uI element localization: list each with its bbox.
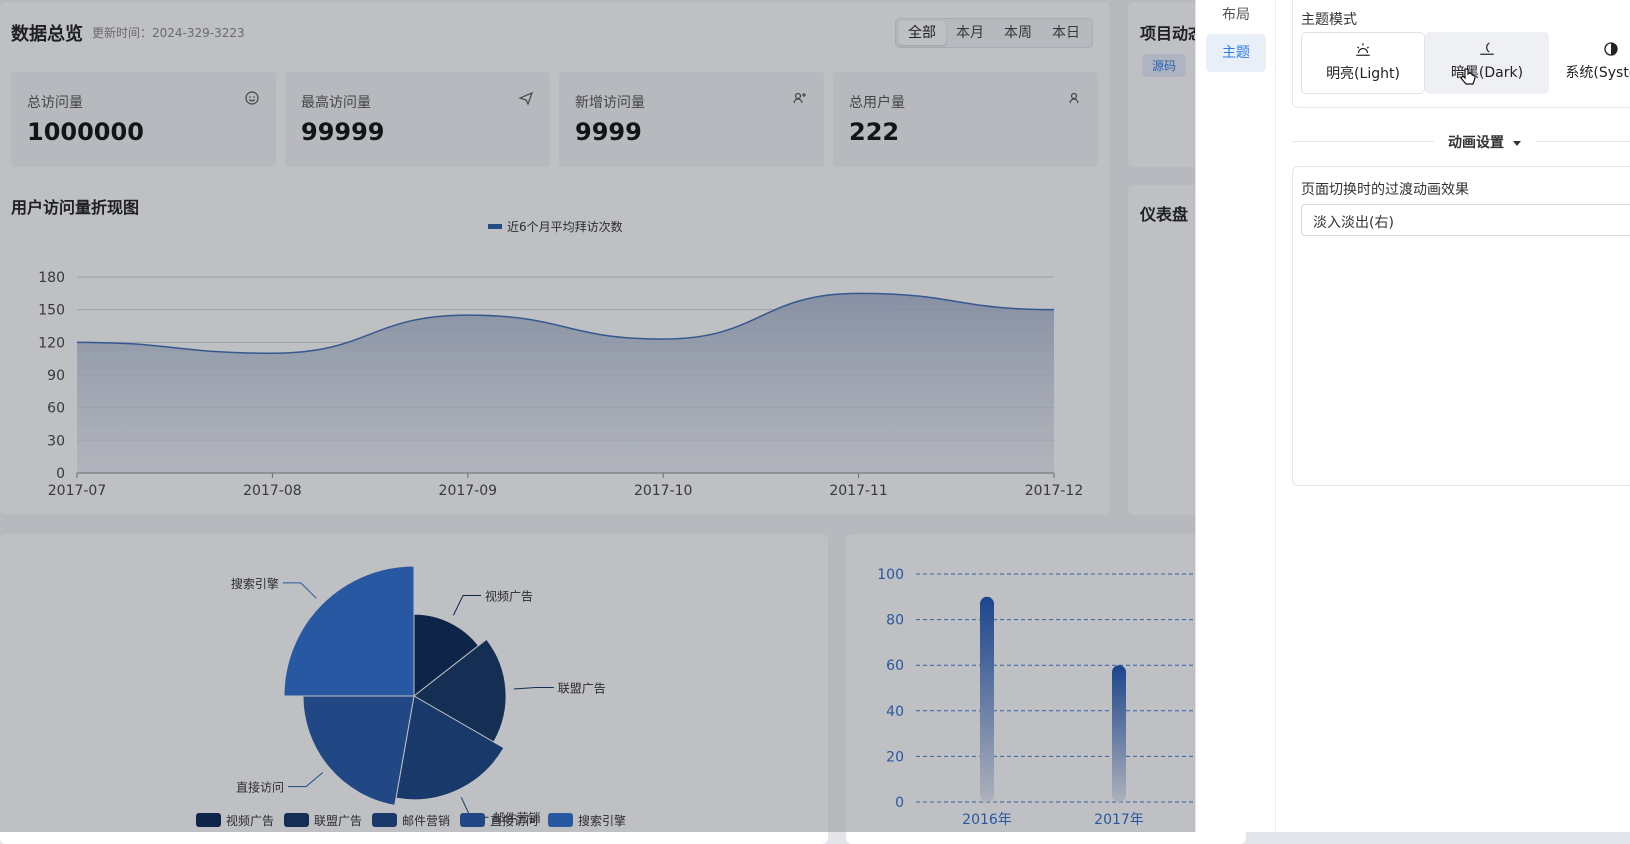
- theme-dark-button[interactable]: 暗黑(Dark): [1425, 32, 1549, 94]
- hand-cursor-icon: [1460, 68, 1476, 85]
- theme-mode-box: 主题模式 明亮(Light) 暗黑(Dark) 系统(System): [1292, 0, 1630, 108]
- theme-light-button[interactable]: 明亮(Light): [1301, 32, 1425, 94]
- nav-item-layout[interactable]: 布局: [1206, 0, 1266, 34]
- moon-icon: [1480, 42, 1494, 55]
- settings-drawer: 布局 主题 主题模式 明亮(Light) 暗黑(Dark) 系统(System)…: [1195, 0, 1630, 832]
- theme-system-label: 系统(System): [1565, 65, 1630, 81]
- animation-select-value: 淡入淡出(右): [1313, 215, 1394, 231]
- animation-box: 页面切换时的过渡动画效果 淡入淡出(右): [1292, 166, 1630, 486]
- animation-section-label: 动画设置: [1448, 135, 1504, 151]
- caret-down-icon: [1512, 140, 1521, 146]
- animation-select[interactable]: 淡入淡出(右): [1301, 204, 1630, 236]
- theme-system-button[interactable]: 系统(System): [1549, 32, 1630, 94]
- theme-light-label: 明亮(Light): [1326, 66, 1400, 82]
- animation-field-label: 页面切换时的过渡动画效果: [1301, 182, 1469, 198]
- contrast-icon: [1604, 42, 1618, 56]
- settings-nav: 布局 主题: [1196, 0, 1276, 832]
- animation-section-header[interactable]: 动画设置: [1434, 132, 1535, 152]
- nav-item-theme[interactable]: 主题: [1206, 34, 1266, 72]
- theme-options: 明亮(Light) 暗黑(Dark) 系统(System): [1301, 0, 1630, 105]
- sun-icon: [1356, 43, 1370, 56]
